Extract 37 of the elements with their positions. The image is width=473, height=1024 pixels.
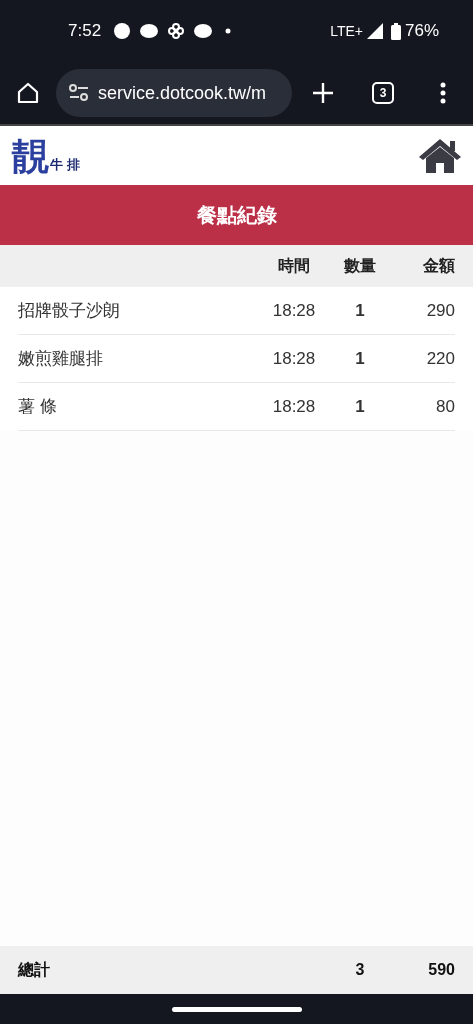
tab-count[interactable]: 3 — [372, 82, 394, 104]
title-banner: 餐點紀錄 — [0, 185, 473, 245]
column-header: 金額 — [422, 256, 455, 276]
address-bar[interactable]: service.dotcook.tw/m — [56, 69, 292, 117]
table-cell-text: 18:28 — [271, 395, 317, 418]
table-cell-text: 18:28 — [271, 299, 317, 322]
home-icon[interactable] — [419, 138, 461, 173]
column-header: 數量 — [343, 256, 377, 276]
column-header: 時間 — [277, 256, 311, 276]
gesture-bar[interactable] — [171, 1006, 302, 1012]
table-cell-text: 18:28 — [271, 347, 317, 370]
signal-icon — [366, 23, 383, 39]
logo-character: 靚 — [12, 136, 50, 175]
table-cell-text: 80 — [435, 395, 455, 418]
new-tab-icon[interactable] — [312, 82, 334, 104]
table-cell-text: 薯 條 — [18, 395, 58, 418]
total-quantity: 3 — [354, 960, 366, 980]
table-cell-text: 1 — [354, 395, 366, 418]
table-cell-text: 嫩煎雞腿排 — [18, 347, 104, 370]
home-icon[interactable] — [16, 81, 40, 105]
pinwheel-icon — [167, 22, 186, 40]
total-amount: 590 — [427, 960, 455, 980]
url-text: service.dotcook.tw/m — [98, 81, 267, 105]
battery-percent: 76% — [404, 20, 439, 43]
network-label: LTE+ — [330, 21, 363, 41]
total-label: 總計 — [18, 960, 51, 980]
clock: 7:52 — [68, 20, 102, 43]
table-cell-text: 招牌骰子沙朗 — [18, 299, 121, 322]
logo-text: 牛 排 — [50, 157, 80, 172]
site-settings-icon[interactable] — [68, 83, 90, 103]
table-cell-text: 220 — [425, 347, 455, 370]
table-cell-text: 1 — [354, 299, 366, 322]
menu-icon[interactable] — [440, 82, 446, 104]
table-cell-text: 1 — [354, 347, 366, 370]
battery-icon — [390, 22, 401, 40]
table-cell-text: 290 — [425, 299, 455, 322]
dot-icon — [225, 28, 232, 34]
